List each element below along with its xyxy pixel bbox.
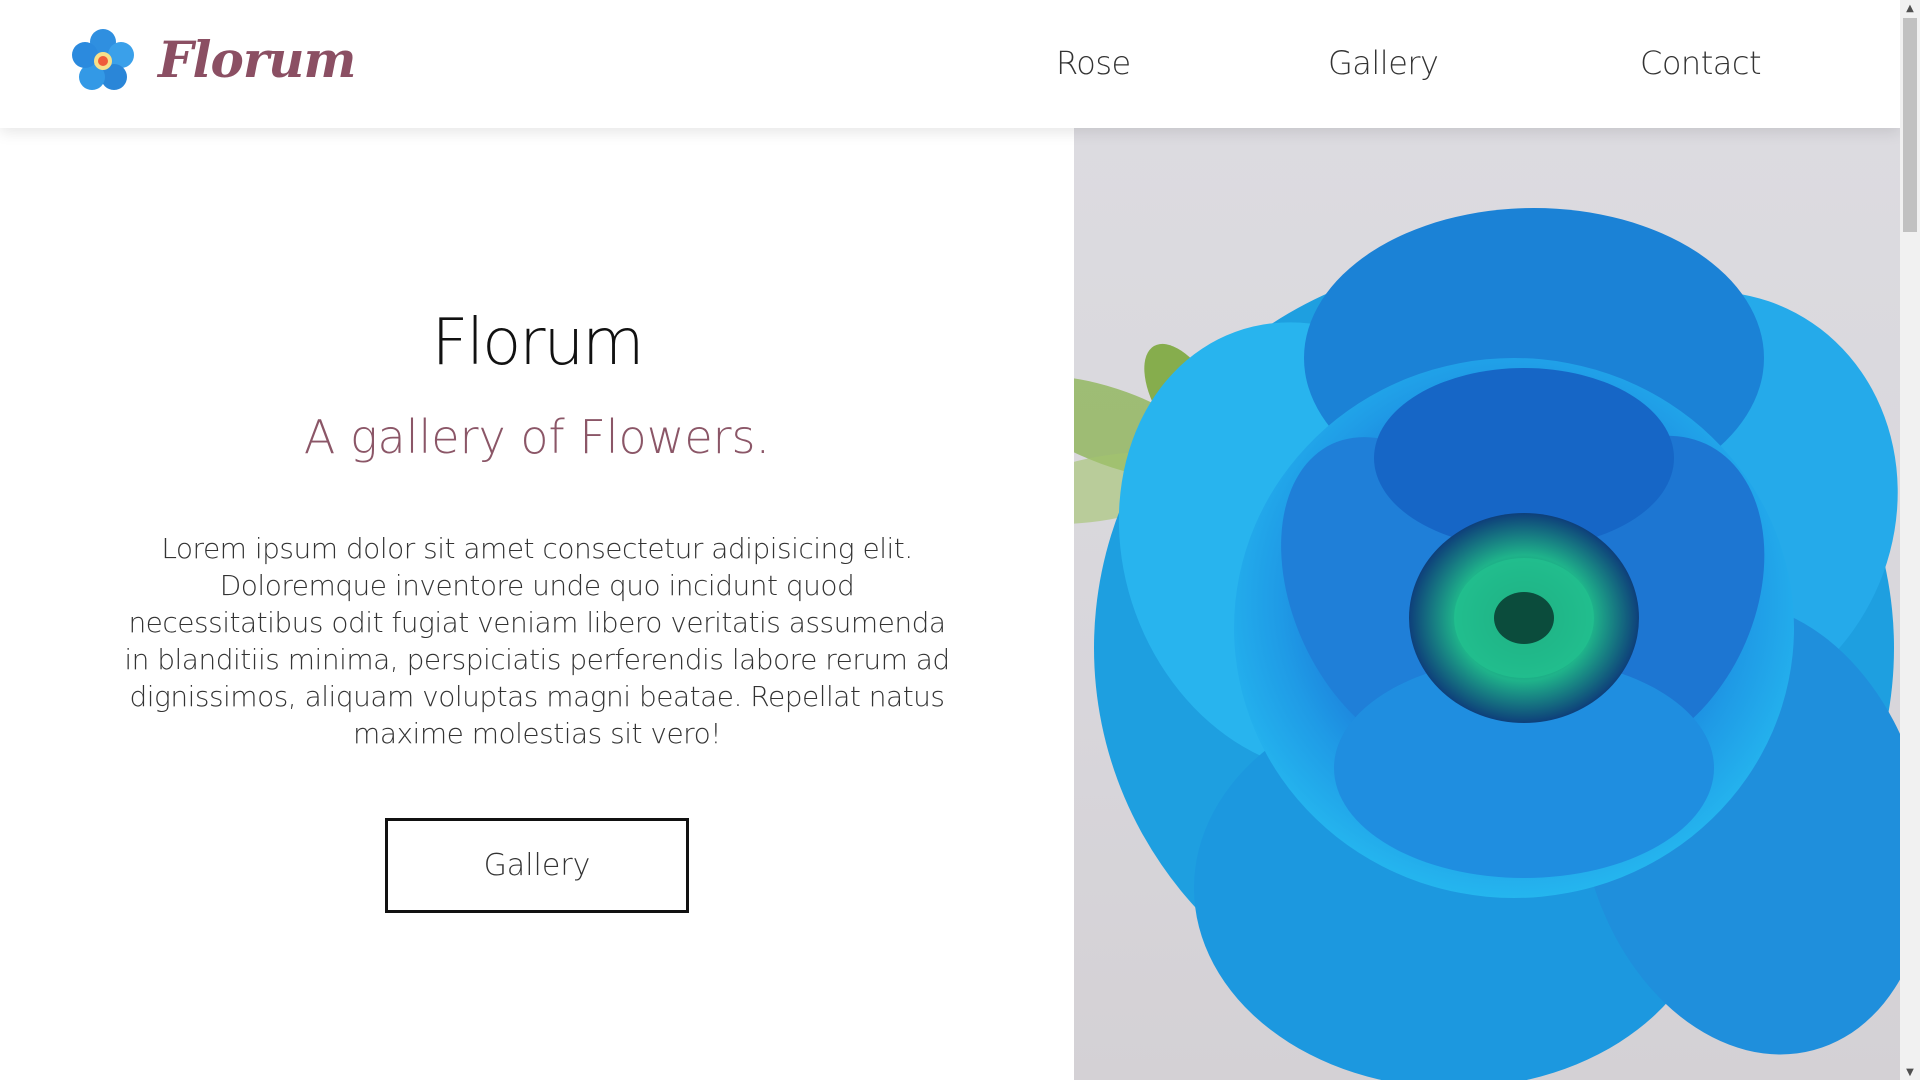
chevron-down-icon[interactable]: ▼ bbox=[1900, 1064, 1920, 1080]
hero-subtitle: A gallery of Flowers. bbox=[303, 410, 771, 464]
hero-description: Lorem ipsum dolor sit amet consectetur a… bbox=[124, 532, 950, 750]
scrollbar-thumb[interactable] bbox=[1903, 18, 1917, 232]
hero-title: Florum bbox=[431, 306, 645, 380]
chevron-up-icon[interactable]: ▲ bbox=[1900, 0, 1920, 16]
nav-link-gallery[interactable]: Gallery bbox=[1328, 44, 1439, 82]
hero-flower-image bbox=[1074, 128, 1900, 1080]
site-header: Florum Rose Gallery Contact bbox=[0, 0, 1900, 128]
hero-content: Florum A gallery of Flowers. Lorem ipsum… bbox=[0, 128, 1074, 1080]
nav-link-rose[interactable]: Rose bbox=[1056, 44, 1131, 82]
blue-peony-illustration bbox=[1074, 208, 1900, 1080]
nav-link-contact[interactable]: Contact bbox=[1640, 44, 1762, 82]
gallery-button[interactable]: Gallery bbox=[385, 818, 689, 913]
page: Florum Rose Gallery Contact Florum A gal… bbox=[0, 0, 1920, 1080]
vertical-scrollbar[interactable]: ▲ ▼ bbox=[1900, 0, 1920, 1080]
main-nav: Rose Gallery Contact bbox=[0, 44, 1900, 86]
